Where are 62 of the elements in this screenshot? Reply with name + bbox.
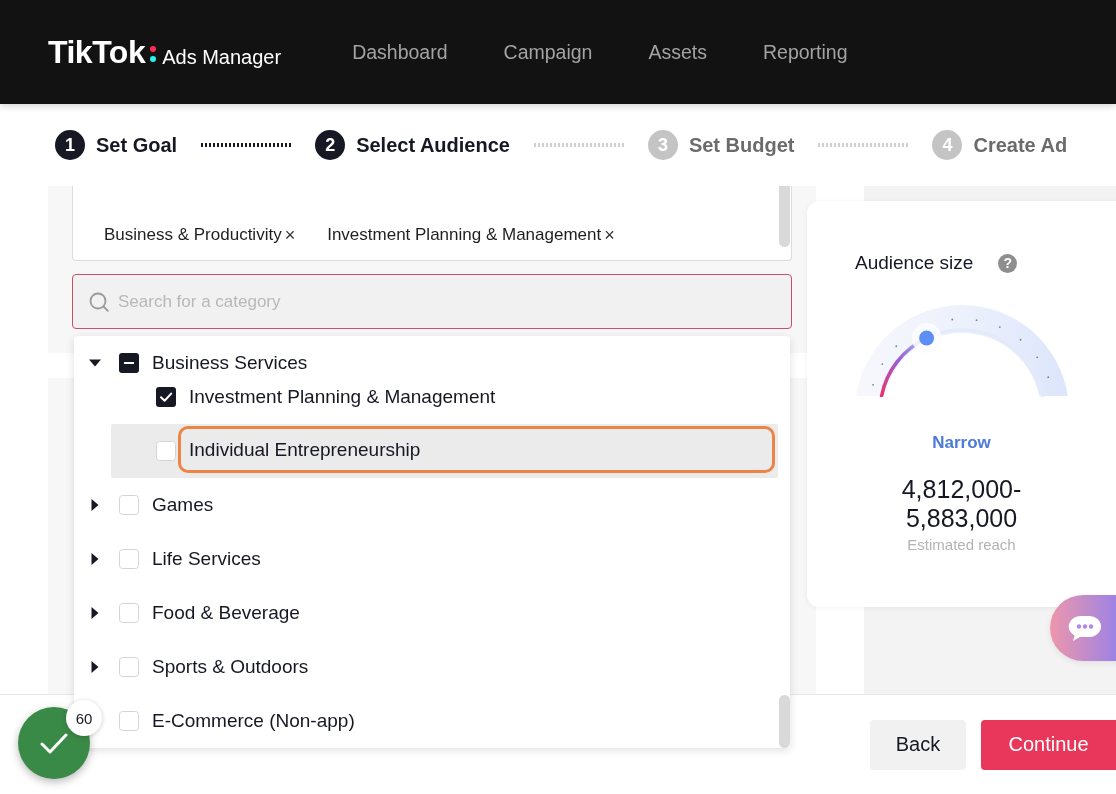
step-number: 3 — [647, 130, 678, 160]
product-name: Ads Manager — [162, 45, 282, 69]
step-label: Set Goal — [96, 133, 178, 157]
step-number: 2 — [315, 130, 346, 160]
nav-link[interactable]: Assets — [648, 40, 707, 64]
checkbox[interactable] — [156, 441, 176, 461]
category-label: E-Commerce (Non-app) — [152, 710, 355, 732]
caret-icon[interactable] — [89, 661, 101, 673]
reach-caption: Estimated reach — [907, 536, 1016, 554]
category-label: Sports & Outdoors — [152, 656, 309, 678]
category-label: Individual Entrepreneurship — [178, 426, 775, 473]
category-row[interactable]: Individual Entrepreneurship — [111, 424, 778, 478]
chat-bubble-icon — [1068, 614, 1102, 642]
caret-icon[interactable] — [89, 357, 101, 369]
category-label: Investment Planning & Management — [189, 386, 496, 408]
nav-link[interactable]: Dashboard — [352, 40, 448, 64]
nav-link[interactable]: Reporting — [762, 40, 848, 64]
back-button[interactable]: Back — [870, 719, 966, 770]
selected-tags-field[interactable]: Business & Productivity × Investment Planning & Management × — [72, 186, 792, 261]
caret-icon[interactable] — [89, 499, 101, 511]
category-label: Business Services — [152, 352, 308, 374]
caret-icon[interactable] — [89, 607, 101, 619]
category-label: Food & Beverage — [152, 602, 300, 624]
continue-button[interactable]: Continue — [981, 719, 1116, 770]
tag-label: Investment Planning & Management — [327, 225, 602, 245]
checkbox[interactable] — [156, 387, 176, 407]
category-label: Life Services — [152, 548, 261, 570]
category-row[interactable]: Business Services — [89, 346, 778, 380]
step-number: 4 — [932, 130, 963, 160]
checkbox[interactable] — [119, 495, 139, 515]
category-row[interactable]: Sports & Outdoors — [89, 640, 778, 694]
caret-icon[interactable] — [89, 553, 101, 565]
tag-label: Business & Productivity — [104, 225, 282, 245]
category-row[interactable]: Life Services — [89, 532, 778, 586]
reach-range: 4,812,000-5,883,000 — [900, 475, 1023, 533]
category-row[interactable]: Games — [89, 478, 778, 532]
audience-rating: Narrow — [932, 432, 991, 454]
scrollbar-thumb[interactable] — [779, 186, 790, 247]
category-label: Games — [152, 494, 214, 516]
remove-tag-button[interactable]: × — [601, 225, 615, 245]
check-icon — [40, 732, 68, 754]
remove-tag-button[interactable]: × — [281, 225, 296, 245]
category-row[interactable]: Investment Planning & Management — [111, 380, 778, 414]
checkbox[interactable] — [119, 603, 139, 623]
checkbox[interactable] — [119, 549, 139, 569]
logo-text: TikTok — [48, 33, 146, 71]
nav-link[interactable]: Campaign — [503, 40, 593, 64]
checkbox[interactable] — [119, 657, 139, 677]
logo-dots-icon — [150, 46, 157, 62]
audience-size-title: Audience size — [855, 251, 974, 275]
search-field[interactable]: Search for a category — [72, 274, 792, 329]
category-row[interactable]: E-Commerce (Non-app) — [119, 694, 778, 748]
checkbox[interactable] — [119, 711, 139, 731]
checkbox[interactable] — [119, 353, 139, 373]
category-row[interactable]: Food & Beverage — [89, 586, 778, 640]
step-label: Select Audience — [356, 133, 510, 157]
step-label: Create Ad — [973, 133, 1068, 157]
step-label: Set Budget — [688, 133, 795, 157]
step-number: 1 — [55, 130, 85, 160]
chat-button[interactable] — [1050, 595, 1116, 661]
search-icon — [89, 292, 109, 312]
scrollbar-thumb[interactable] — [779, 695, 790, 748]
